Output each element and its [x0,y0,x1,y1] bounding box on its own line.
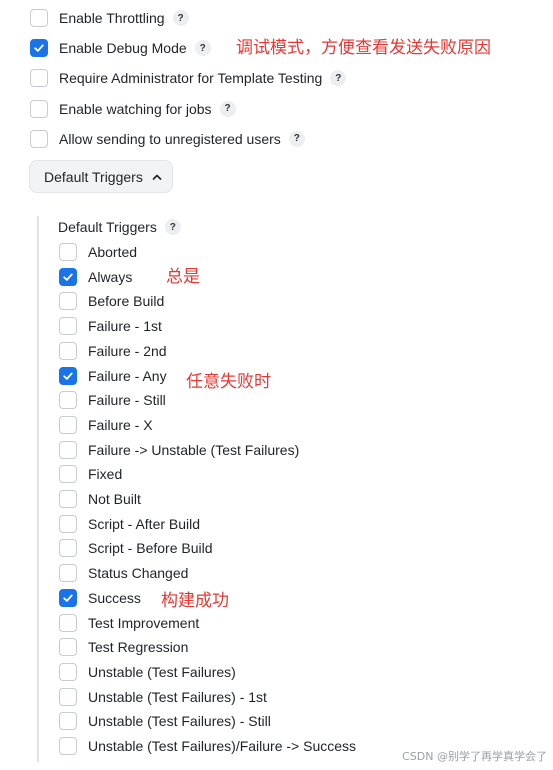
trigger-failure-still[interactable]: Failure - Still [59,388,166,412]
checkbox-unchecked[interactable] [59,292,77,311]
trigger-unstable-test-failures[interactable]: Unstable (Test Failures) [59,660,236,684]
chevron-up-icon [152,174,162,180]
annotation-always: 总是 [166,267,200,287]
default-triggers-toggle[interactable]: Default Triggers [29,160,173,193]
trigger-label: Script - After Build [88,515,201,532]
option-allow-sending-to-unregistered-users[interactable]: Allow sending to unregistered users? [30,127,305,151]
trigger-aborted[interactable]: Aborted [59,240,137,264]
watermark: CSDN @别学了再学真学会了 [402,750,547,763]
trigger-label: Fixed [88,466,123,483]
trigger-label: Unstable (Test Failures) - Still [88,713,271,730]
checkbox-unchecked[interactable] [30,99,48,118]
trigger-label: Failure - 1st [88,318,162,335]
trigger-script-before-build[interactable]: Script - Before Build [59,536,213,560]
option-label: Enable Throttling [59,10,165,26]
trigger-label: Failure -> Unstable (Test Failures) [88,441,300,458]
trigger-label: Test Improvement [88,614,200,631]
trigger-label: Aborted [88,244,138,260]
checkbox-checked[interactable] [59,588,77,607]
checkbox-unchecked[interactable] [59,243,77,261]
annotation-failure-any: 任意失败时 [186,372,271,392]
option-require-administrator-for-template-testing[interactable]: Require Administrator for Template Testi… [30,66,347,90]
option-label: Enable watching for jobs [59,100,212,117]
help-icon[interactable]: ? [330,70,347,87]
trigger-label: Failure - Still [88,392,166,409]
option-enable-debug-mode[interactable]: Enable Debug Mode? [30,36,211,60]
checkbox-unchecked[interactable] [59,391,77,410]
checkbox-checked[interactable] [30,39,48,58]
checkbox-unchecked[interactable] [30,129,48,148]
option-label: Require Administrator for Template Testi… [59,70,323,87]
trigger-status-changed[interactable]: Status Changed [59,561,188,585]
checkbox-unchecked[interactable] [59,440,77,459]
trigger-unstable-test-failures-1st[interactable]: Unstable (Test Failures) - 1st [59,685,267,709]
annotation-success: 构建成功 [161,591,229,611]
trigger-label: Failure - 2nd [88,342,167,359]
trigger-label: Not Built [88,491,141,507]
checkmark-icon [63,273,73,281]
checkbox-checked[interactable] [59,267,77,286]
checkbox-unchecked[interactable] [59,317,77,336]
help-icon[interactable]: ? [219,100,236,117]
trigger-always[interactable]: Always [59,265,132,289]
trigger-label: Failure - X [88,416,153,433]
trigger-fixed[interactable]: Fixed [59,462,122,486]
checkbox-unchecked[interactable] [59,564,77,583]
help-icon[interactable]: ? [288,130,305,147]
option-label: Allow sending to unregistered users [59,130,281,147]
trigger-failure-x[interactable]: Failure - X [59,413,153,437]
checkmark-icon [63,594,73,602]
trigger-failure-2nd[interactable]: Failure - 2nd [59,339,167,363]
trigger-label: Status Changed [88,565,189,582]
trigger-label: Test Regression [88,639,189,656]
checkbox-unchecked[interactable] [59,341,77,360]
checkbox-unchecked[interactable] [59,465,77,484]
trigger-label: Before Build [88,293,165,310]
checkbox-unchecked[interactable] [59,712,77,731]
checkbox-unchecked[interactable] [59,514,77,533]
checkbox-unchecked[interactable] [30,9,48,27]
triggers-title-label: Default Triggers [58,219,157,235]
trigger-not-built[interactable]: Not Built [59,487,141,511]
trigger-failure-any[interactable]: Failure - Any [59,364,167,388]
trigger-failure-unstable-test-failures[interactable]: Failure -> Unstable (Test Failures) [59,438,299,462]
checkbox-unchecked[interactable] [59,490,77,508]
trigger-script-after-build[interactable]: Script - After Build [59,512,200,536]
trigger-label: Unstable (Test Failures)/Failure -> Succ… [88,738,357,754]
trigger-label: Success [88,589,141,606]
help-icon[interactable]: ? [164,219,181,235]
trigger-label: Unstable (Test Failures) - 1st [88,688,267,705]
trigger-label: Failure - Any [88,367,167,384]
checkbox-unchecked[interactable] [59,687,77,706]
trigger-label: Unstable (Test Failures) [88,663,236,680]
trigger-label: Always [88,268,133,285]
triggers-title: Default Triggers ? [58,216,181,238]
checkbox-unchecked[interactable] [30,69,48,88]
trigger-failure-1st[interactable]: Failure - 1st [59,314,162,338]
help-icon[interactable]: ? [172,10,189,26]
option-enable-throttling[interactable]: Enable Throttling? [30,6,189,30]
trigger-label: Script - Before Build [88,540,213,557]
checkbox-unchecked[interactable] [59,662,77,681]
checkbox-unchecked[interactable] [59,613,77,632]
annotation-debug: 调试模式，方便查看发送失败原因 [236,38,491,58]
section-divider [37,216,39,762]
checkbox-unchecked[interactable] [59,539,77,558]
checkmark-icon [34,44,44,52]
checkbox-checked[interactable] [59,366,77,385]
trigger-test-improvement[interactable]: Test Improvement [59,611,199,635]
help-icon[interactable]: ? [194,40,211,57]
option-enable-watching-for-jobs[interactable]: Enable watching for jobs? [30,97,236,121]
trigger-success[interactable]: Success [59,586,141,610]
checkbox-unchecked[interactable] [59,638,77,657]
trigger-unstable-test-failures-failure-success[interactable]: Unstable (Test Failures)/Failure -> Succ… [59,734,356,758]
toggle-label: Default Triggers [44,168,143,185]
trigger-unstable-test-failures-still[interactable]: Unstable (Test Failures) - Still [59,709,271,733]
checkbox-unchecked[interactable] [59,415,77,434]
trigger-test-regression[interactable]: Test Regression [59,635,188,659]
checkmark-icon [63,372,73,380]
trigger-before-build[interactable]: Before Build [59,289,164,313]
checkbox-unchecked[interactable] [59,737,77,755]
option-label: Enable Debug Mode [59,40,187,57]
